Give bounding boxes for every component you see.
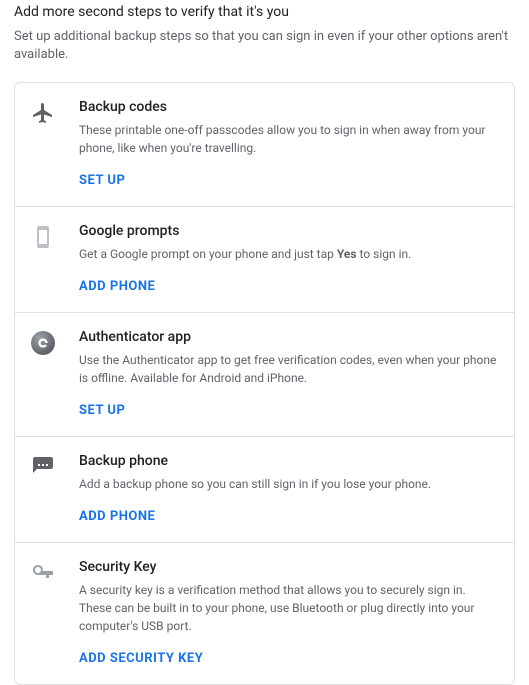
option-desc: Use the Authenticator app to get free ve… xyxy=(79,351,498,387)
option-authenticator: Authenticator app Use the Authenticator … xyxy=(15,312,514,436)
phone-icon xyxy=(31,223,79,294)
option-security-key: Security Key A security key is a verific… xyxy=(15,542,514,684)
option-title: Security Key xyxy=(79,559,498,575)
option-title: Backup phone xyxy=(79,453,498,469)
authenticator-icon xyxy=(31,329,79,418)
option-desc: Add a backup phone so you can still sign… xyxy=(79,475,498,493)
option-title: Backup codes xyxy=(79,99,498,115)
options-card: Backup codes These printable one-off pas… xyxy=(14,82,515,685)
section-subtitle: Set up additional backup steps so that y… xyxy=(14,28,515,64)
key-icon xyxy=(31,559,79,666)
option-google-prompts: Google prompts Get a Google prompt on yo… xyxy=(15,206,514,312)
option-desc: These printable one-off passcodes allow … xyxy=(79,121,498,157)
setup-button[interactable]: Set up xyxy=(79,173,125,188)
option-title: Google prompts xyxy=(79,223,498,239)
section-header: Add more second steps to verify that it'… xyxy=(0,0,529,82)
add-phone-button[interactable]: Add phone xyxy=(79,279,155,294)
section-title: Add more second steps to verify that it'… xyxy=(14,4,515,20)
option-backup-phone: Backup phone Add a backup phone so you c… xyxy=(15,436,514,542)
option-desc: Get a Google prompt on your phone and ju… xyxy=(79,245,498,263)
option-backup-codes: Backup codes These printable one-off pas… xyxy=(15,83,514,206)
sms-icon xyxy=(31,453,79,524)
option-desc: A security key is a verification method … xyxy=(79,581,498,635)
plane-icon xyxy=(31,99,79,188)
add-phone-button[interactable]: Add phone xyxy=(79,509,155,524)
option-title: Authenticator app xyxy=(79,329,498,345)
add-security-key-button[interactable]: Add security key xyxy=(79,651,203,666)
setup-button[interactable]: Set up xyxy=(79,403,125,418)
